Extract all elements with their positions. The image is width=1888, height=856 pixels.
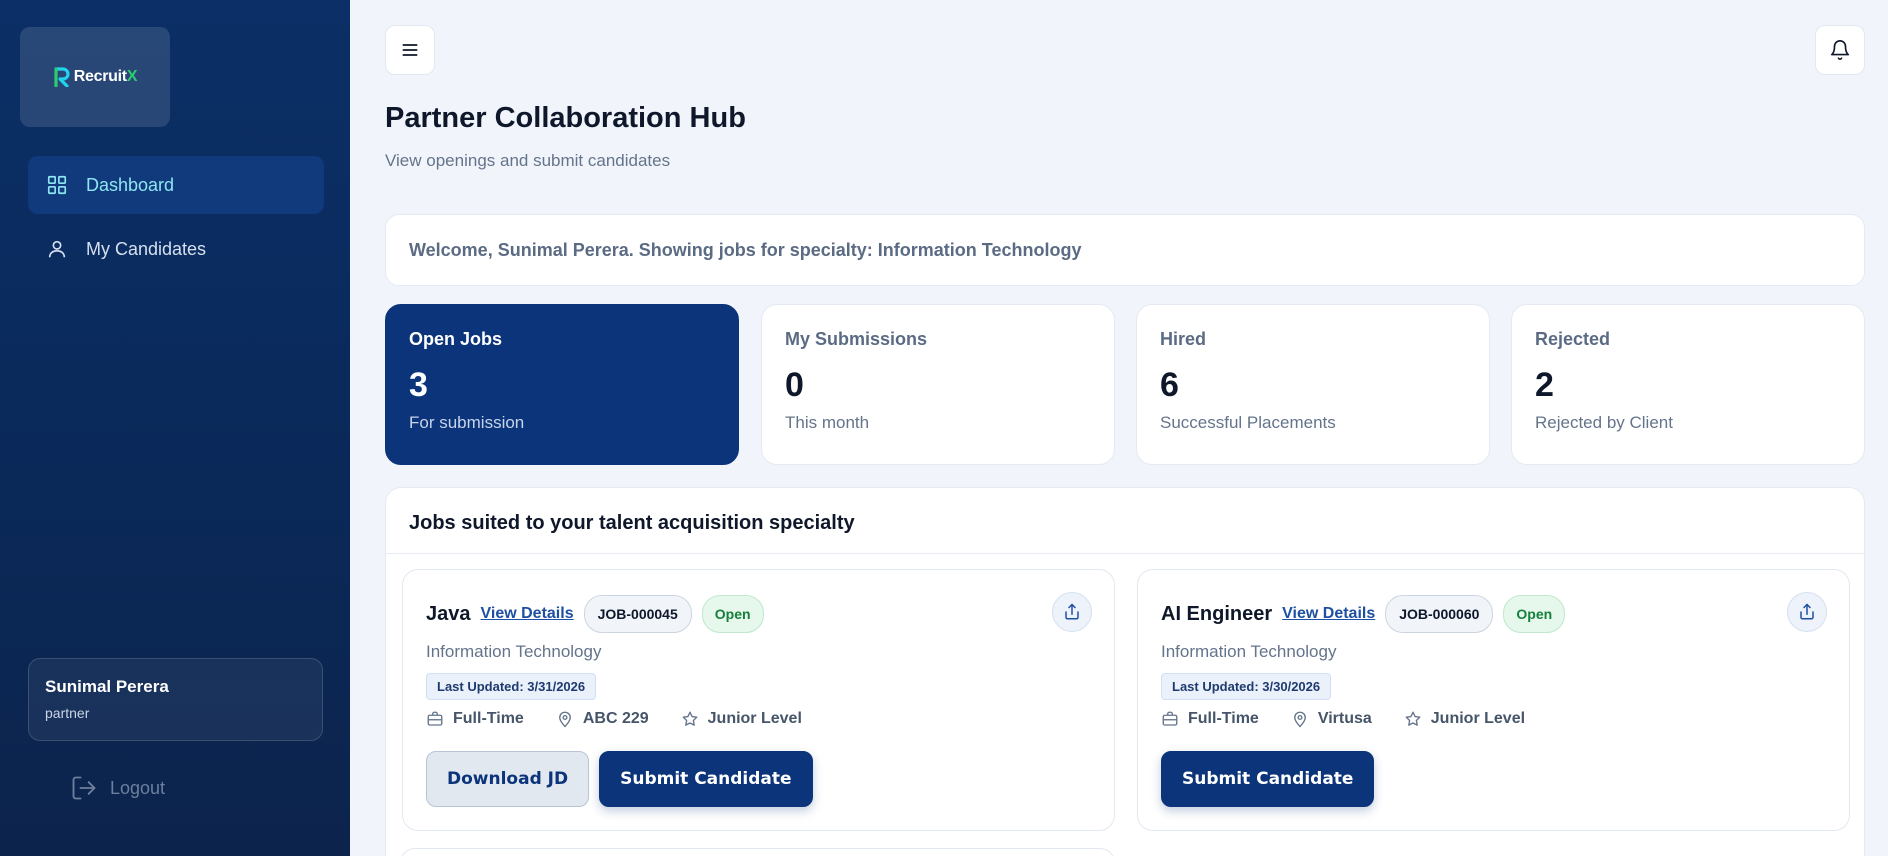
stat-desc: Successful Placements: [1160, 413, 1336, 432]
stat-value: 0: [785, 366, 804, 404]
job-department: Information Technology: [426, 642, 602, 661]
welcome-banner: Welcome, Sunimal Perera. Showing jobs fo…: [385, 214, 1865, 286]
status-badge: Open: [1503, 595, 1566, 633]
share-icon: [1065, 603, 1079, 620]
user-name: Sunimal Perera: [45, 677, 169, 696]
star-icon: [682, 711, 698, 726]
logout-button[interactable]: Logout: [70, 774, 165, 802]
job-level: Junior Level: [707, 710, 802, 727]
briefcase-icon: [427, 711, 443, 726]
stat-desc: For submission: [409, 413, 525, 432]
stat-label: My Submissions: [785, 329, 928, 349]
logout-icon: [72, 776, 96, 800]
hamburger-menu-icon: [402, 44, 418, 56]
status-badge: Open: [701, 595, 764, 633]
recruitx-logo-icon: [54, 67, 70, 87]
job-location: Virtusa: [1317, 710, 1372, 727]
location-pin-icon: [1293, 711, 1306, 728]
job-title: Java: [426, 602, 471, 625]
job-card: AI Engineer View Details JOB-000060 Open…: [1137, 569, 1850, 831]
last-updated-badge: Last Updated: 3/30/2026: [1161, 673, 1332, 700]
bell-icon: [1830, 40, 1850, 60]
jobs-panel: Jobs suited to your talent acquisition s…: [385, 487, 1865, 856]
stat-value: 3: [409, 366, 428, 404]
job-location: ABC 229: [582, 710, 649, 727]
app-logo[interactable]: RecruitX: [20, 27, 170, 127]
page-subtitle: View openings and submit candidates: [385, 151, 671, 170]
job-level: Junior Level: [1430, 710, 1526, 727]
user-icon: [48, 240, 66, 258]
user-card: Sunimal Perera partner: [28, 658, 323, 741]
view-details-link[interactable]: View Details: [1282, 605, 1375, 623]
stat-value: 6: [1160, 366, 1179, 404]
stat-label: Rejected: [1535, 329, 1611, 349]
stat-card-my-submissions[interactable]: My Submissions 0 This month: [761, 304, 1115, 465]
stat-value: 2: [1535, 366, 1554, 404]
submit-candidate-button[interactable]: Submit Candidate: [599, 751, 813, 807]
download-jd-button[interactable]: Download JD: [426, 751, 590, 807]
star-icon: [1405, 711, 1421, 726]
stat-card-hired[interactable]: Hired 6 Successful Placements: [1136, 304, 1490, 465]
sidebar-item-label: My Candidates: [86, 238, 207, 259]
stat-desc: Rejected by Client: [1535, 413, 1673, 432]
divider: [386, 553, 1864, 554]
app-logo-text: RecruitX: [73, 68, 138, 85]
share-button[interactable]: [1787, 592, 1827, 632]
job-card-partial: [400, 848, 1115, 856]
share-icon: [1800, 603, 1814, 620]
user-role: partner: [45, 705, 90, 721]
dashboard-grid-icon: [47, 175, 67, 195]
sidebar: RecruitX Dashboard My Candidates Sunimal…: [0, 0, 350, 856]
sidebar-item-label: Dashboard: [86, 174, 175, 195]
menu-toggle-button[interactable]: [385, 25, 435, 75]
logout-label: Logout: [110, 777, 166, 798]
view-details-link[interactable]: View Details: [481, 605, 574, 623]
sidebar-item-my-candidates[interactable]: My Candidates: [28, 220, 324, 278]
job-title: AI Engineer: [1161, 602, 1273, 625]
jobs-section-title: Jobs suited to your talent acquisition s…: [409, 512, 855, 534]
stat-desc: This month: [785, 413, 870, 432]
job-department: Information Technology: [1161, 642, 1337, 661]
job-meta: Full-Time Virtusa Junior Level: [1161, 710, 1525, 728]
submit-candidate-button[interactable]: Submit Candidate: [1161, 751, 1375, 807]
job-id-badge: JOB-000045: [583, 595, 692, 633]
sidebar-item-dashboard[interactable]: Dashboard: [28, 156, 324, 214]
stat-label: Open Jobs: [409, 329, 503, 349]
share-button[interactable]: [1052, 592, 1092, 632]
job-type: Full-Time: [453, 710, 524, 727]
job-meta: Full-Time ABC 229 Junior Level: [426, 710, 802, 728]
job-type: Full-Time: [1188, 710, 1259, 727]
stat-card-rejected[interactable]: Rejected 2 Rejected by Client: [1511, 304, 1865, 465]
stat-card-open-jobs[interactable]: Open Jobs 3 For submission: [385, 304, 739, 465]
job-id-badge: JOB-000060: [1385, 595, 1494, 633]
last-updated-badge: Last Updated: 3/31/2026: [426, 673, 597, 700]
briefcase-icon: [1162, 711, 1178, 726]
page-title: Partner Collaboration Hub: [385, 102, 746, 134]
stat-label: Hired: [1160, 329, 1207, 349]
job-card: Java View Details JOB-000045 Open Inform…: [402, 569, 1115, 831]
notifications-button[interactable]: [1815, 25, 1865, 75]
location-pin-icon: [558, 711, 571, 728]
